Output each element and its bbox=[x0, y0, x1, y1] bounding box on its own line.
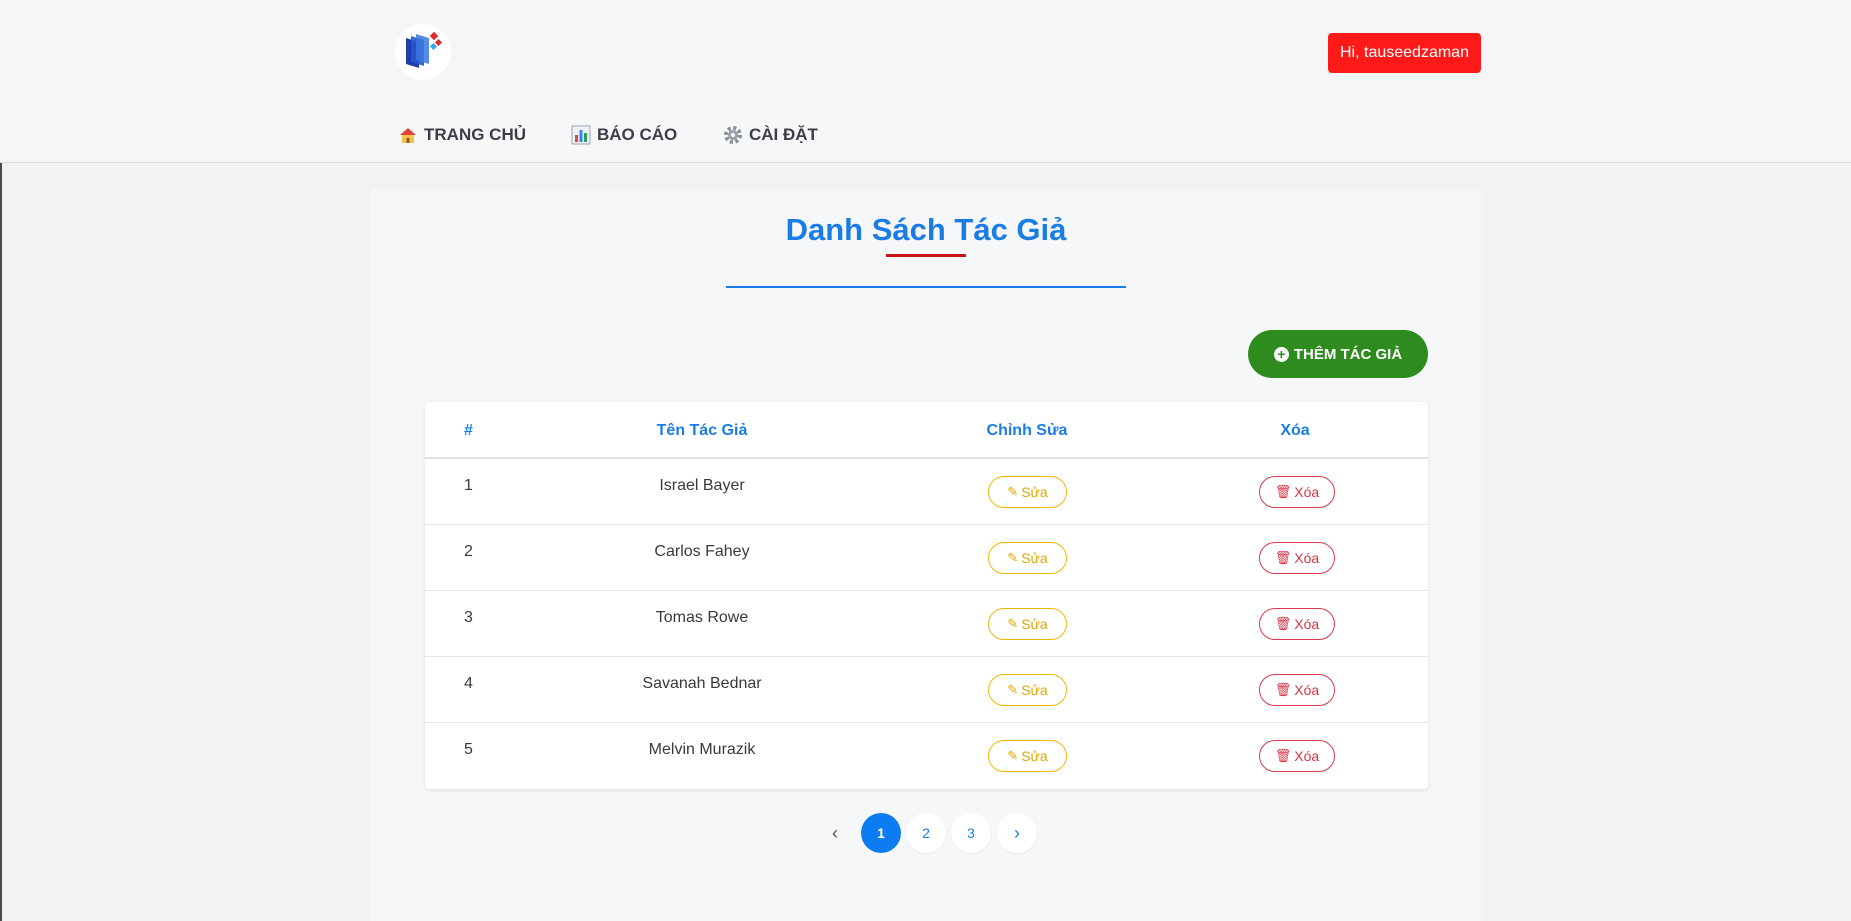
table-row: 1 Israel Bayer ✎ Sửa 🗑 Xóa bbox=[425, 459, 1428, 525]
header-delete: Xóa bbox=[1280, 422, 1310, 439]
edit-label: Sửa bbox=[1021, 550, 1048, 566]
edit-icon: ✎ bbox=[1007, 616, 1019, 631]
edit-icon: ✎ bbox=[1007, 748, 1019, 763]
next-page-button[interactable]: › bbox=[997, 813, 1037, 853]
header-number: # bbox=[464, 422, 473, 439]
plus-circle-icon: + bbox=[1273, 346, 1289, 362]
home-icon bbox=[400, 128, 416, 143]
page-title: Danh Sách Tác Giả bbox=[785, 212, 1067, 247]
delete-label: Xóa bbox=[1294, 616, 1320, 632]
edit-label: Sửa bbox=[1021, 748, 1048, 764]
page-1-button[interactable]: 1 bbox=[861, 813, 901, 853]
delete-label: Xóa bbox=[1294, 484, 1320, 500]
add-author-label: THÊM TÁC GIẢ bbox=[1293, 345, 1403, 363]
edit-label: Sửa bbox=[1021, 682, 1048, 698]
authors-table: # Tên Tác Giả Chỉnh Sửa Xóa 1 Israel Bay… bbox=[425, 402, 1428, 789]
row-number: 5 bbox=[464, 741, 473, 758]
edit-button[interactable]: ✎ Sửa bbox=[988, 674, 1067, 706]
trash-icon: 🗑 bbox=[1274, 682, 1292, 697]
row-number: 4 bbox=[464, 675, 473, 692]
nav-item-home[interactable]: TRANG CHỦ bbox=[398, 107, 526, 163]
delete-button[interactable]: 🗑 Xóa bbox=[1259, 740, 1335, 772]
trash-icon: 🗑 bbox=[1274, 484, 1292, 499]
trash-icon: 🗑 bbox=[1274, 550, 1292, 565]
header-edit: Chỉnh Sửa bbox=[986, 422, 1068, 439]
chevron-right-icon: › bbox=[1014, 822, 1020, 843]
table-row: 3 Tomas Rowe ✎ Sửa 🗑 Xóa bbox=[425, 591, 1428, 657]
page-3-button[interactable]: 3 bbox=[951, 813, 991, 853]
table-row: 4 Savanah Bednar ✎ Sửa 🗑 Xóa bbox=[425, 657, 1428, 723]
nav-item-settings[interactable]: CÀI ĐẶT bbox=[723, 107, 818, 163]
row-number: 3 bbox=[464, 609, 473, 626]
page-2-button[interactable]: 2 bbox=[906, 813, 946, 853]
table-row: 5 Melvin Murazik ✎ Sửa 🗑 Xóa bbox=[425, 723, 1428, 789]
nav-settings-label: CÀI ĐẶT bbox=[749, 125, 818, 144]
author-name: Israel Bayer bbox=[659, 477, 745, 494]
author-name: Carlos Fahey bbox=[654, 543, 750, 560]
edit-label: Sửa bbox=[1021, 484, 1048, 500]
author-name: Tomas Rowe bbox=[655, 609, 749, 626]
add-author-button[interactable]: + THÊM TÁC GIẢ bbox=[1248, 330, 1428, 378]
author-name: Savanah Bednar bbox=[642, 675, 762, 692]
delete-button[interactable]: 🗑 Xóa bbox=[1259, 476, 1335, 508]
delete-button[interactable]: 🗑 Xóa bbox=[1259, 608, 1335, 640]
delete-label: Xóa bbox=[1294, 748, 1320, 764]
nav-home-label: TRANG CHỦ bbox=[424, 125, 526, 144]
main-nav: TRANG CHỦ BÁO CÁO CÀI ĐẶT bbox=[0, 107, 1851, 163]
user-menu-button[interactable]: Hi, tauseedzaman bbox=[1328, 33, 1481, 73]
edit-icon: ✎ bbox=[1007, 484, 1019, 499]
edit-label: Sửa bbox=[1021, 616, 1048, 632]
edit-button[interactable]: ✎ Sửa bbox=[988, 740, 1067, 772]
delete-button[interactable]: 🗑 Xóa bbox=[1259, 542, 1335, 574]
edit-icon: ✎ bbox=[1007, 682, 1019, 697]
nav-item-report[interactable]: BÁO CÁO bbox=[571, 107, 677, 163]
nav-report-label: BÁO CÁO bbox=[597, 125, 678, 144]
author-name: Melvin Murazik bbox=[648, 741, 756, 758]
title-underline bbox=[886, 254, 966, 257]
table-header: # Tên Tác Giả Chỉnh Sửa Xóa bbox=[425, 402, 1428, 459]
trash-icon: 🗑 bbox=[1274, 748, 1292, 763]
delete-button[interactable]: 🗑 Xóa bbox=[1259, 674, 1335, 706]
row-number: 2 bbox=[464, 543, 473, 560]
delete-label: Xóa bbox=[1294, 682, 1320, 698]
chevron-left-icon: ‹ bbox=[832, 822, 838, 843]
pagination: ‹ 1 2 3 › bbox=[371, 813, 1481, 853]
edit-button[interactable]: ✎ Sửa bbox=[988, 542, 1067, 574]
edit-icon: ✎ bbox=[1007, 550, 1019, 565]
header: Hi, tauseedzaman bbox=[0, 0, 1851, 107]
row-number: 1 bbox=[464, 477, 473, 494]
delete-label: Xóa bbox=[1294, 550, 1320, 566]
trash-icon: 🗑 bbox=[1274, 616, 1292, 631]
bar-chart-icon bbox=[571, 125, 591, 145]
gear-icon bbox=[724, 126, 742, 144]
edit-button[interactable]: ✎ Sửa bbox=[988, 608, 1067, 640]
table-row: 2 Carlos Fahey ✎ Sửa 🗑 Xóa bbox=[425, 525, 1428, 591]
header-author-name: Tên Tác Giả bbox=[656, 422, 748, 439]
prev-page-button[interactable]: ‹ bbox=[815, 813, 855, 853]
content-panel: Danh Sách Tác Giả + THÊM TÁC GIẢ # Tên T… bbox=[371, 189, 1481, 921]
edit-button[interactable]: ✎ Sửa bbox=[988, 476, 1067, 508]
book-logo-icon[interactable] bbox=[395, 24, 451, 80]
title-divider bbox=[726, 286, 1126, 288]
